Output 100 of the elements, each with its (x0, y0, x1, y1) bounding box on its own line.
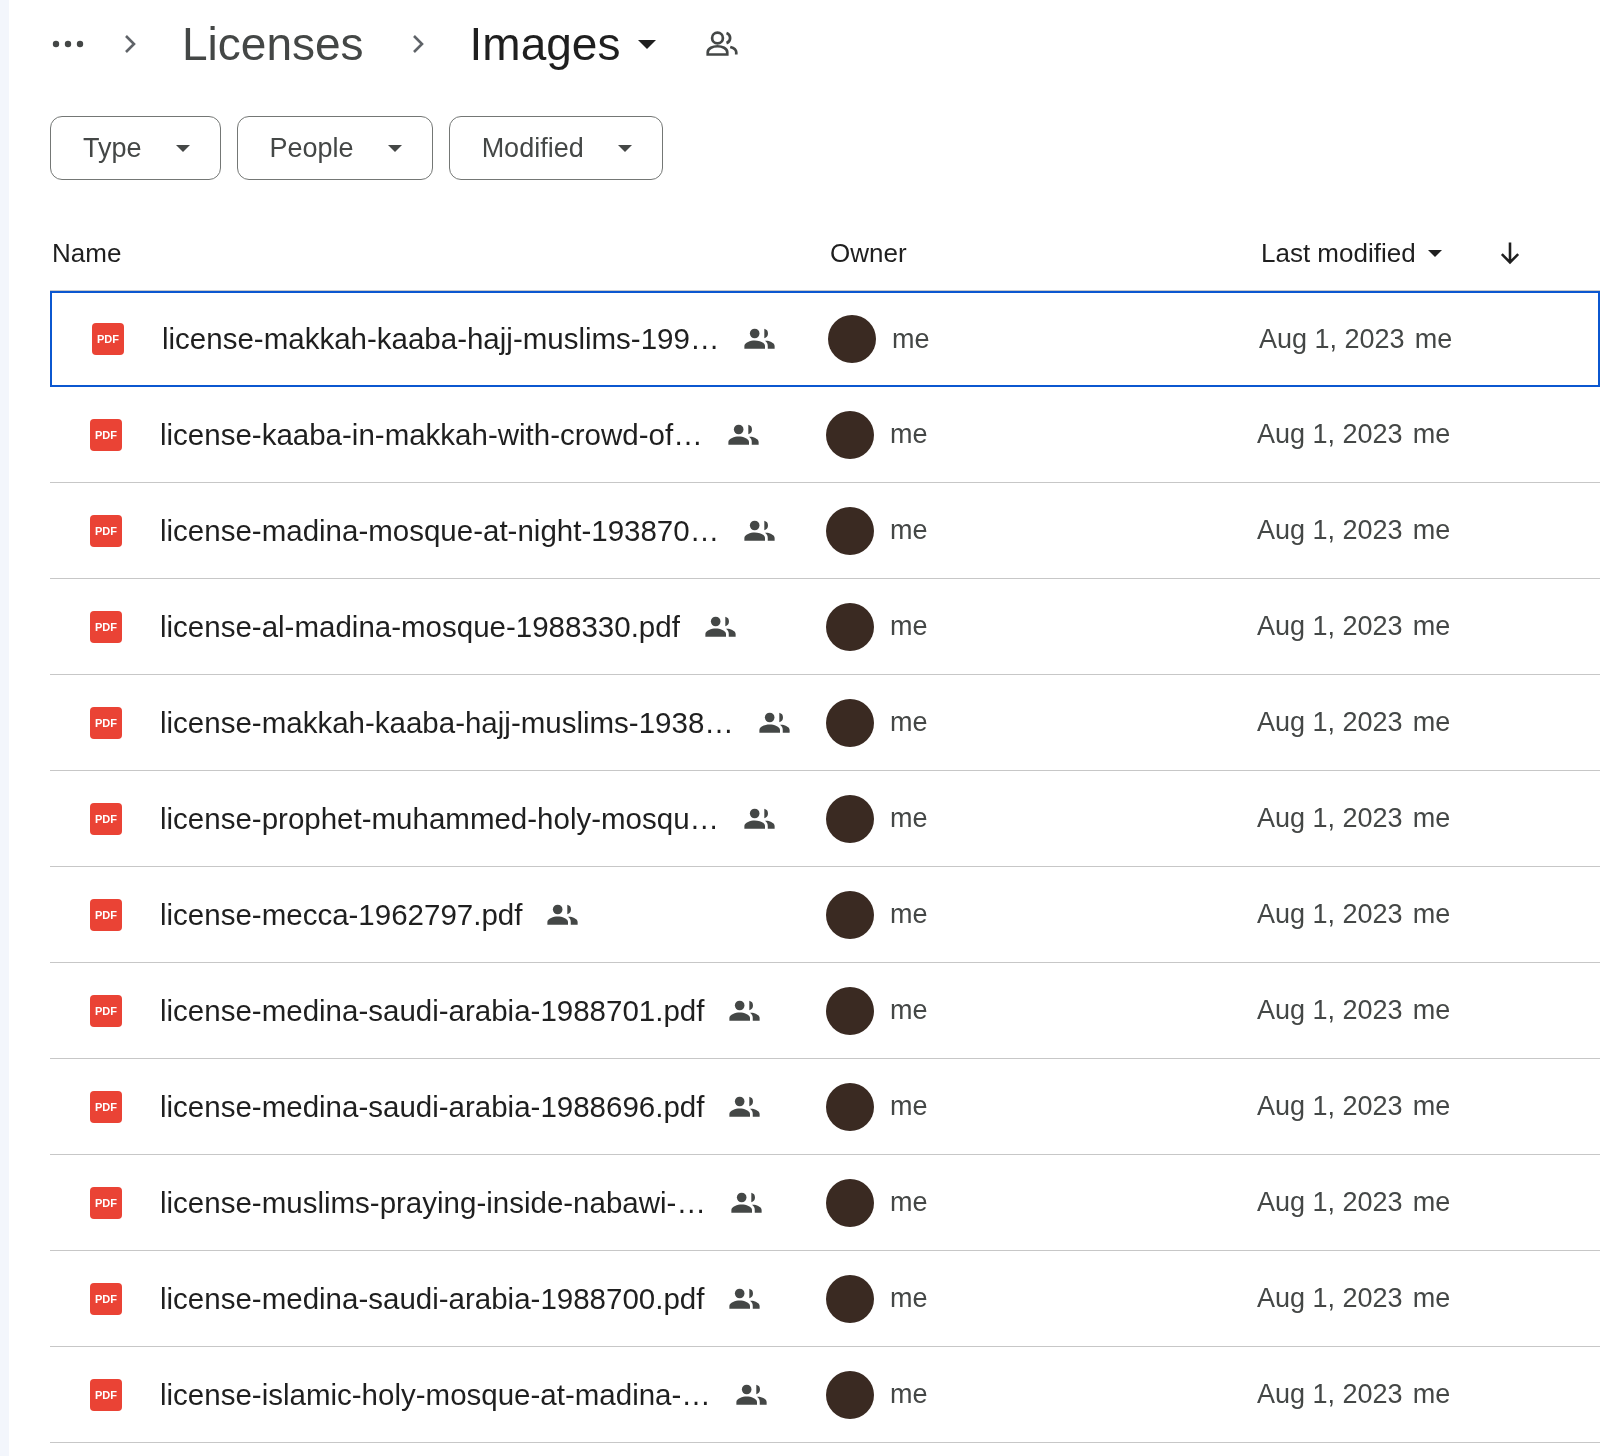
modified-date: Aug 1, 2023 (1257, 707, 1403, 738)
chevron-right-icon (124, 34, 136, 54)
avatar (828, 315, 876, 363)
file-row[interactable]: PDF license-makkah-kaaba-hajj-muslims-199… me Aug 1, 2023 me (50, 291, 1600, 387)
shared-icon (728, 999, 762, 1022)
file-row[interactable]: PDF license-kaaba-in-makkah-with-crowd-of… me Aug 1, 2023 me (50, 387, 1600, 483)
modified-date: Aug 1, 2023 (1257, 1283, 1403, 1314)
modified-by: me (1412, 803, 1451, 834)
owner-name: me (890, 1091, 928, 1122)
caret-icon (617, 144, 632, 152)
avatar (826, 410, 874, 459)
file-row[interactable]: PDF license-islamic-holy-mosque-at-madina-… me Aug 1, 2023 me (50, 1347, 1600, 1443)
shared-icon (757, 711, 791, 734)
file-row[interactable]: PDF license-prophet-muhammed-holy-mosqu… me Aug 1, 2023 me (50, 771, 1600, 867)
file-row[interactable]: PDF license-madina-mosque-at-night-193870… me Aug 1, 2023 me (50, 483, 1600, 579)
avatar (826, 986, 874, 1035)
owner-name: me (892, 323, 930, 355)
file-name: license-medina-saudi-arabia-1988700.pdf (160, 1281, 705, 1316)
pdf-file-icon: PDF (90, 898, 122, 931)
owner-name: me (890, 611, 928, 642)
pdf-file-icon: PDF (90, 1186, 122, 1219)
folder-menu-button[interactable]: Images (469, 17, 657, 71)
shared-icon (729, 1191, 763, 1214)
owner-name: me (890, 707, 928, 738)
file-name: license-prophet-muhammed-holy-mosqu… (160, 801, 720, 836)
file-name: license-islamic-holy-mosque-at-madina-… (160, 1377, 711, 1412)
avatar (826, 1082, 874, 1131)
owner-name: me (890, 1283, 928, 1314)
sort-menu-button[interactable]: Last modified (1261, 237, 1442, 269)
modified-by: me (1412, 995, 1451, 1026)
file-name: license-madina-mosque-at-night-193870… (160, 513, 720, 548)
file-row[interactable]: PDF license-al-madina-mosque-1988330.pdf me Aug 1, 2023 me (50, 579, 1600, 675)
file-name: license-muslims-praying-inside-nabawi-… (160, 1185, 706, 1220)
pdf-file-icon: PDF (90, 1282, 122, 1315)
file-name: license-medina-saudi-arabia-1988696.pdf (160, 1089, 705, 1124)
caret-icon (638, 39, 657, 49)
pdf-file-icon: PDF (90, 418, 122, 451)
owner-name: me (890, 419, 928, 450)
filter-chip[interactable]: Modified (448, 116, 663, 180)
pdf-file-icon: PDF (90, 610, 122, 643)
modified-date: Aug 1, 2023 (1257, 515, 1403, 546)
more-icon[interactable] (52, 40, 84, 48)
breadcrumb-link[interactable]: Licenses (182, 17, 364, 71)
caret-icon (1427, 249, 1442, 257)
avatar (826, 794, 874, 843)
shared-icon (743, 519, 777, 542)
file-row[interactable]: PDF license-muslims-praying-inside-nabawi-… me Aug 1, 2023 me (50, 1155, 1600, 1251)
caret-icon (387, 144, 402, 152)
filter-chip[interactable]: People (236, 116, 433, 180)
shared-icon (734, 1383, 768, 1406)
column-header[interactable]: Owner (828, 237, 1261, 269)
modified-date: Aug 1, 2023 (1257, 995, 1403, 1026)
file-row[interactable]: PDF license-medina-saudi-arabia-1988701.pdf me Aug 1, 2023 me (50, 963, 1600, 1059)
shared-icon (703, 615, 737, 638)
owner-name: me (890, 803, 928, 834)
modified-date: Aug 1, 2023 (1257, 611, 1403, 642)
caret-icon (175, 144, 190, 152)
owner-name: me (890, 899, 928, 930)
modified-date: Aug 1, 2023 (1257, 803, 1403, 834)
file-row[interactable]: PDF license-medina-saudi-arabia-1988696.pdf me Aug 1, 2023 me (50, 1059, 1600, 1155)
file-row[interactable]: PDF license-makkah-kaaba-hajj-muslims-1938… me Aug 1, 2023 me (50, 675, 1600, 771)
pdf-file-icon: PDF (90, 1378, 122, 1411)
file-name: license-kaaba-in-makkah-with-crowd-of… (160, 417, 703, 452)
avatar (826, 698, 874, 747)
file-row[interactable]: PDF license-medina-saudi-arabia-1988700.pdf me Aug 1, 2023 me (50, 1251, 1600, 1347)
modified-date: Aug 1, 2023 (1257, 419, 1403, 450)
filter-chip[interactable]: Type (50, 116, 221, 180)
modified-by: me (1412, 1187, 1451, 1218)
pdf-file-icon: PDF (90, 514, 122, 547)
avatar (826, 506, 874, 555)
pdf-file-icon: PDF (90, 706, 122, 739)
modified-date: Aug 1, 2023 (1259, 323, 1405, 355)
avatar (826, 1274, 874, 1323)
file-row[interactable]: PDF license-mecca-1962797.pdf me Aug 1, 2023 me (50, 867, 1600, 963)
avatar (826, 1370, 874, 1419)
modified-date: Aug 1, 2023 (1257, 1187, 1403, 1218)
column-header[interactable]: Name (50, 237, 828, 269)
modified-by: me (1412, 611, 1451, 642)
shared-icon (728, 1287, 762, 1310)
file-name: license-makkah-kaaba-hajj-muslims-199… (162, 322, 720, 356)
shared-icon (743, 328, 777, 350)
shared-icon (728, 1095, 762, 1118)
owner-name: me (890, 995, 928, 1026)
avatar (826, 602, 874, 651)
modified-by: me (1412, 707, 1451, 738)
file-name: license-al-madina-mosque-1988330.pdf (160, 609, 680, 644)
modified-date: Aug 1, 2023 (1257, 1379, 1403, 1410)
pdf-file-icon: PDF (90, 994, 122, 1027)
pdf-file-icon: PDF (92, 323, 124, 355)
modified-date: Aug 1, 2023 (1257, 1091, 1403, 1122)
owner-name: me (890, 1187, 928, 1218)
modified-date: Aug 1, 2023 (1257, 899, 1403, 930)
file-name: license-mecca-1962797.pdf (160, 897, 523, 932)
avatar (826, 1178, 874, 1227)
shared-icon (743, 807, 777, 830)
file-name: license-medina-saudi-arabia-1988701.pdf (160, 993, 705, 1028)
modified-by: me (1414, 323, 1453, 355)
shared-icon (546, 903, 580, 926)
modified-by: me (1412, 899, 1451, 930)
modified-by: me (1412, 1379, 1451, 1410)
